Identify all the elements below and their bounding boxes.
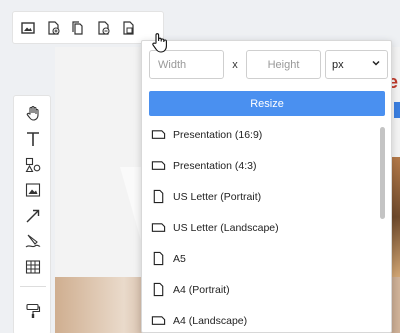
preset-item[interactable]: A5 — [142, 243, 380, 274]
page-landscape-icon — [150, 158, 166, 174]
pen-draw-icon[interactable] — [24, 232, 42, 250]
chevron-down-icon — [371, 58, 381, 71]
preset-label: A5 — [173, 252, 186, 265]
preset-label: Presentation (4:3) — [173, 159, 257, 172]
hand-pan-icon[interactable] — [24, 104, 42, 122]
page-landscape-icon — [150, 220, 166, 236]
page-resize-icon[interactable] — [121, 20, 135, 35]
side-toolbar — [13, 95, 51, 333]
preset-item[interactable]: A4 (Landscape) — [142, 305, 380, 332]
size-inputs-row: Width x Height px — [149, 50, 388, 79]
arrow-line-icon[interactable] — [24, 207, 42, 225]
preset-item[interactable]: A4 (Portrait) — [142, 274, 380, 305]
resize-button[interactable]: Resize — [149, 91, 385, 116]
page-add-icon[interactable] — [46, 20, 60, 35]
resize-dropdown: Width x Height px Resize Presentation (1… — [141, 40, 392, 333]
page-copy-icon[interactable] — [71, 20, 85, 35]
height-input[interactable]: Height — [246, 50, 321, 79]
image-icon[interactable] — [21, 21, 35, 35]
preset-label: US Letter (Landscape) — [173, 221, 279, 234]
preset-label: A4 (Landscape) — [173, 314, 248, 327]
unit-selected-value: px — [332, 58, 344, 71]
hand-cursor-icon — [150, 32, 170, 54]
preset-item[interactable]: Presentation (4:3) — [142, 150, 380, 181]
preset-item[interactable]: US Letter (Landscape) — [142, 212, 380, 243]
toolbar-divider — [20, 286, 46, 287]
text-icon[interactable] — [24, 130, 42, 148]
top-toolbar — [12, 11, 164, 44]
page-portrait-icon — [150, 189, 166, 205]
width-input[interactable]: Width — [149, 50, 224, 79]
image-icon[interactable] — [24, 181, 42, 199]
page-landscape-icon — [150, 313, 166, 329]
canvas-blue-shape — [394, 102, 400, 118]
page-delete-icon[interactable] — [96, 20, 110, 35]
table-icon[interactable] — [24, 258, 42, 276]
preset-label: A4 (Portrait) — [173, 283, 230, 296]
page-portrait-icon — [150, 282, 166, 298]
paint-format-icon[interactable] — [24, 302, 42, 320]
preset-label: US Letter (Portrait) — [173, 190, 262, 203]
unit-select[interactable]: px — [325, 50, 388, 79]
page-landscape-icon — [150, 127, 166, 143]
dimension-separator: x — [232, 58, 238, 71]
preset-item[interactable]: US Letter (Portrait) — [142, 181, 380, 212]
width-placeholder: Width — [158, 58, 187, 71]
shapes-icon[interactable] — [24, 156, 42, 174]
preset-label: Presentation (16:9) — [173, 128, 263, 141]
height-placeholder: Height — [267, 58, 300, 71]
preset-list: Presentation (16:9) Presentation (4:3) US … — [142, 119, 380, 332]
page-portrait-icon — [150, 251, 166, 267]
scrollbar-thumb[interactable] — [380, 127, 385, 219]
preset-item[interactable]: Presentation (16:9) — [142, 119, 380, 150]
